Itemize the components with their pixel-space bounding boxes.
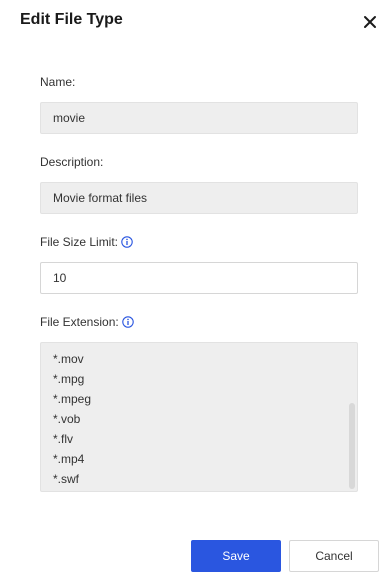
dialog-title: Edit File Type	[20, 11, 123, 28]
list-item: *.mpeg	[53, 392, 92, 406]
info-icon[interactable]	[121, 236, 133, 248]
file-extension-list[interactable]: *.mov *.mpg *.mpeg *.vob *.flv *.mp4 *.s…	[40, 342, 358, 492]
list-item: *.mp4	[53, 452, 85, 466]
cancel-button[interactable]: Cancel	[289, 540, 379, 572]
description-value: Movie format files	[53, 191, 148, 205]
info-icon[interactable]	[121, 316, 134, 328]
list-item: *.swf	[53, 472, 80, 486]
list-item: *.vob	[53, 412, 81, 426]
name-value: movie	[53, 111, 86, 125]
list-item: *.flv	[53, 432, 74, 446]
file-size-limit-label: File Size Limit:	[40, 235, 133, 249]
edit-file-type-dialog: Edit File Type Name: movie Description: …	[0, 0, 392, 584]
name-label: Name:	[40, 75, 75, 89]
file-extension-items: *.mov *.mpg *.mpeg *.vob *.flv *.mp4 *.s…	[53, 349, 91, 489]
close-button[interactable]	[358, 10, 382, 34]
description-label: Description:	[40, 155, 103, 169]
file-size-limit-label-text: File Size Limit:	[40, 235, 119, 249]
file-extension-label: File Extension:	[40, 315, 134, 329]
name-field: movie	[40, 102, 358, 134]
file-size-limit-input[interactable]	[40, 262, 358, 294]
dialog-header: Edit File Type	[0, 0, 392, 44]
close-icon	[364, 16, 376, 28]
name-label-text: Name:	[40, 75, 76, 89]
save-button[interactable]: Save	[191, 540, 281, 572]
scrollbar[interactable]	[349, 403, 355, 489]
list-item: *.mov	[53, 352, 84, 366]
description-field: Movie format files	[40, 182, 358, 214]
file-extension-label-text: File Extension:	[40, 315, 119, 329]
list-item: *.mpg	[53, 372, 85, 386]
description-label-text: Description:	[40, 155, 104, 169]
